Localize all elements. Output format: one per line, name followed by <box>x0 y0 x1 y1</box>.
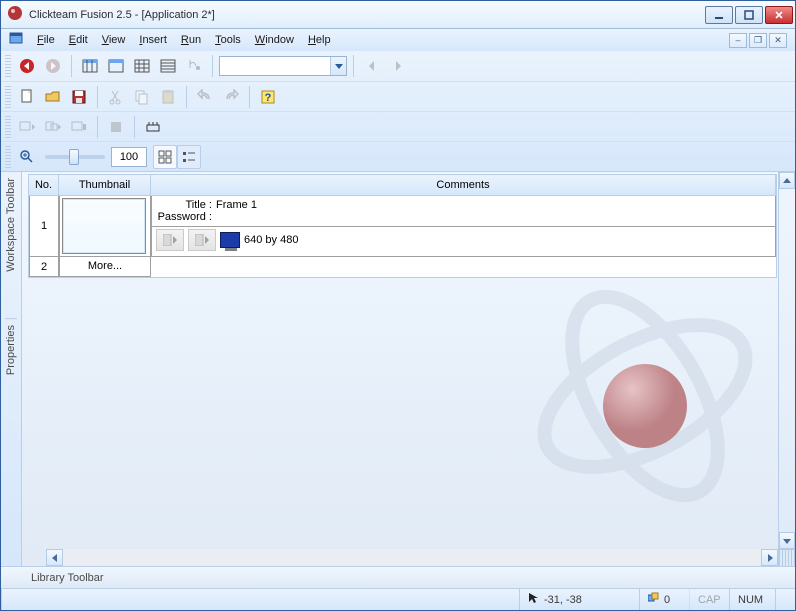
frame-number-cell[interactable]: 2 <box>29 257 59 277</box>
zoom-slider[interactable] <box>45 155 105 159</box>
menubar: File Edit View Insert Run Tools Window H… <box>1 29 795 51</box>
new-button[interactable] <box>15 85 39 109</box>
storyboard-grid: No. Thumbnail Comments 1 Title : Frame 1 … <box>28 174 777 278</box>
scroll-right-button[interactable] <box>761 549 778 566</box>
close-button[interactable] <box>765 6 793 24</box>
mdi-restore-button[interactable]: ❐ <box>749 33 767 48</box>
storyboard-editor-button[interactable] <box>78 54 102 78</box>
menu-insert[interactable]: Insert <box>139 34 167 46</box>
scroll-left-button[interactable] <box>46 549 63 566</box>
zoom-value-input[interactable]: 100 <box>111 147 147 167</box>
workspace-body: Workspace Toolbar Properties No. Thumbna… <box>1 172 795 566</box>
app-icon <box>7 5 23 24</box>
status-resize-grip <box>775 589 795 610</box>
storyboard-editor-view: No. Thumbnail Comments 1 Title : Frame 1 … <box>22 172 795 566</box>
left-sidebar: Workspace Toolbar Properties <box>1 172 22 566</box>
frame-fade-in-button[interactable] <box>156 229 184 251</box>
svg-text:?: ? <box>265 92 272 104</box>
toolbar-grip[interactable] <box>5 55 11 77</box>
watermark-logo-icon <box>515 276 775 506</box>
cursor-icon <box>528 592 540 607</box>
horizontal-scrollbar[interactable] <box>46 549 778 566</box>
toolbar-grip[interactable] <box>5 86 11 108</box>
frame-size-text[interactable]: 640 by 480 <box>244 234 298 246</box>
prev-frame-button[interactable] <box>360 54 384 78</box>
build-settings-button[interactable] <box>141 115 165 139</box>
toolbar-grip[interactable] <box>5 116 11 138</box>
minimize-button[interactable] <box>705 6 733 24</box>
frame-number-cell[interactable]: 1 <box>29 196 59 257</box>
objects-icon <box>648 592 660 607</box>
build-run-button[interactable] <box>104 115 128 139</box>
properties-tab[interactable]: Properties <box>5 318 17 381</box>
workspace-toolbar-tab[interactable]: Workspace Toolbar <box>5 172 17 278</box>
save-button[interactable] <box>67 85 91 109</box>
frame-editor-button[interactable] <box>104 54 128 78</box>
event-editor-button[interactable] <box>130 54 154 78</box>
column-header-no: No. <box>29 175 59 195</box>
menu-tools[interactable]: Tools <box>215 34 241 46</box>
status-message <box>1 589 519 610</box>
toolbar-area: ? 100 <box>1 51 795 172</box>
zoom-tool-button[interactable] <box>15 145 39 169</box>
scroll-down-button[interactable] <box>779 532 795 549</box>
menu-edit[interactable]: Edit <box>69 34 88 46</box>
menu-help[interactable]: Help <box>308 34 331 46</box>
copy-button[interactable] <box>130 85 154 109</box>
column-header-comments: Comments <box>151 175 776 195</box>
help-contents-button[interactable]: ? <box>256 85 280 109</box>
frame-title-value[interactable]: Frame 1 <box>216 199 257 211</box>
open-button[interactable] <box>41 85 65 109</box>
menu-window[interactable]: Window <box>255 34 294 46</box>
redo-button[interactable] <box>219 85 243 109</box>
event-list-editor-button[interactable] <box>156 54 180 78</box>
zoom-slider-thumb[interactable] <box>69 149 79 165</box>
status-caps-lock: CAP <box>689 589 729 610</box>
frame-selector-combo[interactable] <box>219 56 347 76</box>
view-mode-grid-button[interactable] <box>153 145 177 169</box>
status-num-lock: NUM <box>729 589 775 610</box>
monitor-icon <box>220 232 240 248</box>
library-toolbar-tab[interactable]: Library Toolbar <box>1 566 795 588</box>
frame-thumbnail-icon <box>62 198 146 254</box>
column-header-thumbnail: Thumbnail <box>59 175 151 195</box>
frame-fade-out-button[interactable] <box>188 229 216 251</box>
window-title: Clickteam Fusion 2.5 - [Application 2*] <box>29 9 215 21</box>
menu-file[interactable]: File <box>37 34 55 46</box>
data-elements-button[interactable] <box>182 54 206 78</box>
menu-run[interactable]: Run <box>181 34 201 46</box>
frame-comments-cell: Title : Frame 1 Password : 640 by 480 <box>151 196 776 257</box>
mdi-close-button[interactable]: ✕ <box>769 33 787 48</box>
title-label: Title : <box>156 199 212 211</box>
mdi-minimize-button[interactable]: – <box>729 33 747 48</box>
run-application-button[interactable] <box>15 115 39 139</box>
titlebar: Clickteam Fusion 2.5 - [Application 2*] <box>1 1 795 29</box>
password-label: Password : <box>156 211 212 223</box>
vertical-scrollbar[interactable] <box>778 172 795 566</box>
resize-grip-icon <box>779 549 795 566</box>
next-frame-button[interactable] <box>386 54 410 78</box>
cut-button[interactable] <box>104 85 128 109</box>
frame-thumbnail-cell[interactable] <box>59 196 151 257</box>
nav-forward-button[interactable] <box>41 54 65 78</box>
view-mode-list-button[interactable] <box>177 145 201 169</box>
stop-button[interactable] <box>67 115 91 139</box>
more-frames-button[interactable]: More... <box>59 257 151 277</box>
application-window: Clickteam Fusion 2.5 - [Application 2*] … <box>0 0 796 611</box>
menubar-app-icon[interactable] <box>9 32 23 49</box>
scroll-up-button[interactable] <box>779 172 795 189</box>
paste-button[interactable] <box>156 85 180 109</box>
toolbar-grip[interactable] <box>5 146 11 168</box>
maximize-button[interactable] <box>735 6 763 24</box>
nav-back-button[interactable] <box>15 54 39 78</box>
status-coordinates: -31, -38 <box>519 589 639 610</box>
run-frame-button[interactable] <box>41 115 65 139</box>
status-object-count: 0 <box>639 589 689 610</box>
undo-button[interactable] <box>193 85 217 109</box>
statusbar: -31, -38 0 CAP NUM <box>1 588 795 610</box>
menu-view[interactable]: View <box>102 34 126 46</box>
